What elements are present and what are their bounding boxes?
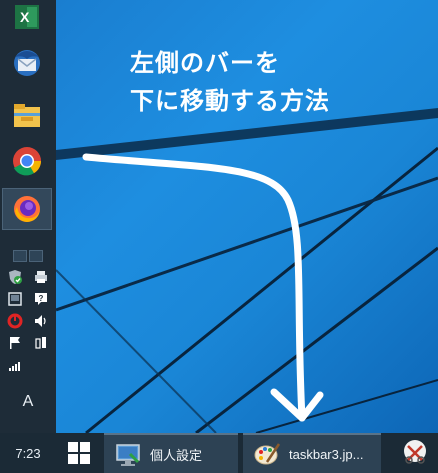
firefox-icon [14, 196, 40, 222]
bottom-taskbar: 7:23 個人設定 taskbar3.jp... [0, 433, 438, 473]
windows-logo-icon [68, 442, 90, 464]
antivirus-tray-item[interactable] [2, 310, 28, 332]
antivirus-icon [7, 313, 23, 329]
defender-tray-item[interactable] [2, 266, 28, 288]
desktop-wallpaper: 左側のバーを 下に移動する方法 [56, 0, 438, 433]
power-icon [35, 337, 46, 349]
flag-icon [10, 337, 20, 349]
clock[interactable]: 7:23 [0, 433, 56, 473]
chat-tray-item[interactable]: ? [28, 288, 54, 310]
thunderbird-icon [14, 50, 40, 76]
start-button[interactable] [56, 433, 102, 473]
firefox-button[interactable] [2, 188, 52, 230]
scroll-right-arrow-icon[interactable] [29, 250, 43, 262]
flag-tray-item[interactable] [2, 332, 28, 354]
ime-indicator[interactable]: A [0, 393, 56, 411]
signal-tray-item[interactable] [2, 354, 28, 376]
taskbar-item-label: taskbar3.jp... [289, 446, 364, 462]
signal-icon [9, 362, 20, 371]
thunderbird-button[interactable] [2, 42, 52, 84]
printer-icon [35, 271, 47, 283]
chrome-icon [13, 147, 41, 176]
taskbar-item-paint[interactable]: taskbar3.jp... [243, 433, 381, 473]
svg-text:?: ? [39, 294, 44, 303]
paint-icon [254, 443, 281, 465]
headline-line-2: 下に移動する方法 [130, 88, 330, 115]
taskbar-item-personalize[interactable]: 個人設定 [104, 433, 238, 473]
left-taskbar: X ? A [0, 0, 56, 433]
tablet-icon [8, 292, 22, 306]
snipping-tool-button[interactable] [392, 433, 438, 473]
notification-tray: ? [2, 266, 54, 376]
file-explorer-icon [14, 104, 40, 127]
snipping-tool-icon [404, 440, 426, 464]
tablet-tray-item[interactable] [2, 288, 28, 310]
chat-icon: ? [35, 293, 47, 305]
excel-button[interactable]: X [2, 0, 52, 38]
scroll-left-arrow-icon[interactable] [13, 250, 27, 262]
arrow-head [270, 388, 324, 422]
volume-tray-item[interactable] [28, 310, 54, 332]
volume-icon [35, 315, 46, 327]
defender-icon [9, 270, 22, 284]
svg-text:X: X [20, 9, 30, 25]
taskbar-item-label: 個人設定 [150, 447, 203, 463]
file-explorer-button[interactable] [2, 94, 52, 136]
personalize-icon [116, 444, 140, 466]
headline-line-1: 左側のバーを [130, 50, 280, 77]
printer-tray-item[interactable] [28, 266, 54, 288]
tray-scroll-arrows [0, 250, 56, 262]
excel-icon: X [15, 5, 39, 29]
power-tray-item[interactable] [28, 332, 54, 354]
chrome-button[interactable] [2, 140, 52, 182]
